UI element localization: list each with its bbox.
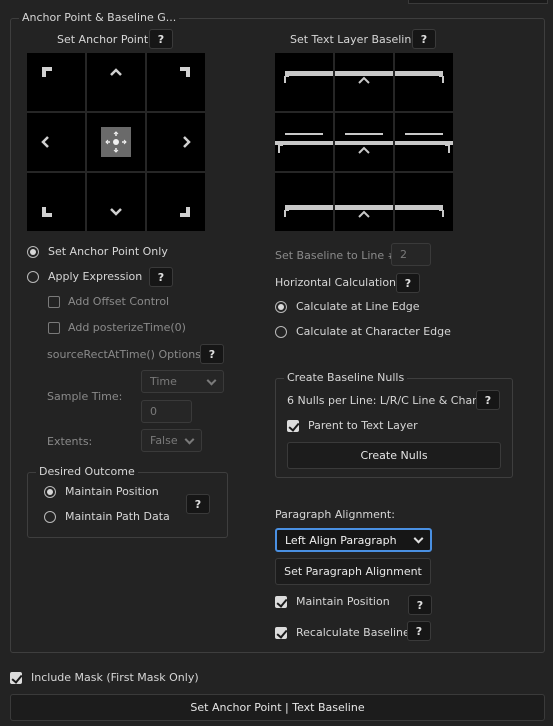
- baseline-top-center-icon: [335, 71, 393, 84]
- anchor-bottom-right[interactable]: [147, 173, 205, 231]
- paragraph-label: Paragraph Alignment:: [275, 508, 395, 521]
- baseline-bottom-center[interactable]: [335, 173, 393, 231]
- sample-time-select-value: Time: [150, 375, 177, 388]
- baseline-line-label: Set Baseline to Line #:: [275, 249, 401, 262]
- baseline-title: Set Text Layer Baseline: [290, 33, 419, 46]
- anchor-top-center[interactable]: [87, 53, 145, 111]
- apply-expression-radio[interactable]: [27, 271, 39, 283]
- chevron-down-icon: [206, 375, 217, 386]
- source-rect-help-button[interactable]: ?: [200, 344, 224, 364]
- nulls-help-button[interactable]: ?: [476, 390, 500, 410]
- char-edge-radio[interactable]: [275, 326, 287, 338]
- anchor-top-left[interactable]: [27, 53, 85, 111]
- add-offset-label: Add Offset Control: [68, 295, 170, 308]
- recalculate-checkbox[interactable]: [275, 627, 287, 639]
- set-paragraph-button[interactable]: Set Paragraph Alignment: [275, 558, 431, 585]
- arrow-up-icon: [87, 53, 145, 111]
- paragraph-select[interactable]: Left Align Paragraph: [275, 528, 432, 552]
- maintain-path-label: Maintain Path Data: [65, 510, 170, 523]
- arrow-left-icon: [27, 113, 85, 171]
- create-nulls-button[interactable]: Create Nulls: [287, 442, 501, 469]
- anchor-top-right[interactable]: [147, 53, 205, 111]
- top-strip: [408, 0, 548, 4]
- add-posterize-label: Add posterizeTime(0): [68, 321, 186, 334]
- anchor-help-button[interactable]: ?: [149, 29, 173, 49]
- anchor-center[interactable]: [87, 113, 145, 171]
- baseline-middle-center[interactable]: [335, 113, 393, 171]
- baseline-top-center[interactable]: [335, 53, 393, 111]
- baseline-middle-right[interactable]: [395, 113, 453, 171]
- baseline-top-left[interactable]: [275, 53, 333, 111]
- group-title: Anchor Point & Baseline G...: [19, 11, 180, 24]
- chevron-down-icon: [413, 533, 424, 544]
- baseline-bottom-right[interactable]: [395, 173, 453, 231]
- paragraph-select-value: Left Align Paragraph: [285, 533, 397, 547]
- expression-help-button[interactable]: ?: [149, 267, 173, 287]
- horizontal-calc-label: Horizontal Calculation:: [275, 276, 400, 289]
- baseline-middle-left[interactable]: [275, 113, 333, 171]
- line-edge-radio[interactable]: [275, 301, 287, 313]
- baseline-line-input[interactable]: 2: [391, 243, 431, 266]
- arrow-right-icon: [147, 113, 205, 171]
- baseline-middle-right-icon: [395, 133, 453, 153]
- arrow-down-icon: [87, 173, 145, 231]
- nulls-desc: 6 Nulls per Line: L/R/C Line & Char: [287, 394, 477, 407]
- horizontal-help-button[interactable]: ?: [396, 273, 420, 293]
- include-mask-checkbox[interactable]: [10, 672, 22, 684]
- recalc-help-button[interactable]: ?: [407, 621, 431, 641]
- baseline-bottom-right-icon: [395, 205, 444, 217]
- add-posterize-checkbox[interactable]: [48, 322, 60, 334]
- source-rect-label: sourceRectAtTime() Options:: [47, 348, 205, 361]
- set-anchor-baseline-button[interactable]: Set Anchor Point | Text Baseline: [10, 694, 545, 721]
- maintain-position-checkbox[interactable]: [275, 596, 287, 608]
- baseline-nulls-title: Create Baseline Nulls: [284, 371, 408, 384]
- maintain-path-radio[interactable]: [44, 511, 56, 523]
- anchor-middle-right[interactable]: [147, 113, 205, 171]
- corner-bottom-right-icon: [147, 173, 205, 231]
- corner-top-left-icon: [27, 53, 85, 111]
- baseline-bottom-left[interactable]: [275, 173, 333, 231]
- set-anchor-only-radio[interactable]: [27, 246, 39, 258]
- maintain-position-check-label: Maintain Position: [296, 595, 390, 608]
- extents-select[interactable]: False: [141, 429, 202, 452]
- baseline-top-right-icon: [395, 71, 444, 83]
- maintain-help-button[interactable]: ?: [408, 595, 432, 615]
- center-anchor-icon: [87, 113, 145, 171]
- sample-time-select[interactable]: Time: [141, 370, 224, 393]
- parent-to-text-label: Parent to Text Layer: [308, 419, 418, 432]
- baseline-middle-center-icon: [335, 133, 393, 154]
- corner-top-right-icon: [147, 53, 205, 111]
- baseline-grid: [275, 53, 453, 231]
- set-anchor-only-label: Set Anchor Point Only: [48, 245, 168, 258]
- anchor-grid: [27, 53, 205, 231]
- baseline-bottom-left-icon: [284, 205, 333, 217]
- baseline-top-left-icon: [284, 71, 333, 83]
- chevron-down-icon: [184, 434, 195, 445]
- anchor-title: Set Anchor Point: [57, 33, 149, 46]
- maintain-position-label: Maintain Position: [65, 485, 159, 498]
- baseline-bottom-center-icon: [335, 205, 393, 218]
- recalculate-label: Recalculate Baseline: [296, 626, 410, 639]
- desired-outcome-title: Desired Outcome: [36, 465, 138, 478]
- add-offset-checkbox[interactable]: [48, 296, 60, 308]
- baseline-help-button[interactable]: ?: [412, 29, 436, 49]
- anchor-middle-left[interactable]: [27, 113, 85, 171]
- anchor-bottom-center[interactable]: [87, 173, 145, 231]
- baseline-top-right[interactable]: [395, 53, 453, 111]
- corner-bottom-left-icon: [27, 173, 85, 231]
- sample-time-label: Sample Time:: [47, 390, 123, 403]
- line-edge-label: Calculate at Line Edge: [296, 300, 420, 313]
- apply-expression-label: Apply Expression: [48, 270, 143, 283]
- sample-time-input[interactable]: 0: [141, 400, 192, 423]
- baseline-middle-left-icon: [275, 133, 333, 153]
- include-mask-label: Include Mask (First Mask Only): [31, 671, 199, 684]
- char-edge-label: Calculate at Character Edge: [296, 325, 451, 338]
- extents-label: Extents:: [47, 435, 93, 448]
- outcome-help-button[interactable]: ?: [186, 494, 210, 514]
- maintain-position-radio[interactable]: [44, 486, 56, 498]
- parent-to-text-checkbox[interactable]: [287, 420, 299, 432]
- extents-select-value: False: [150, 434, 178, 447]
- anchor-bottom-left[interactable]: [27, 173, 85, 231]
